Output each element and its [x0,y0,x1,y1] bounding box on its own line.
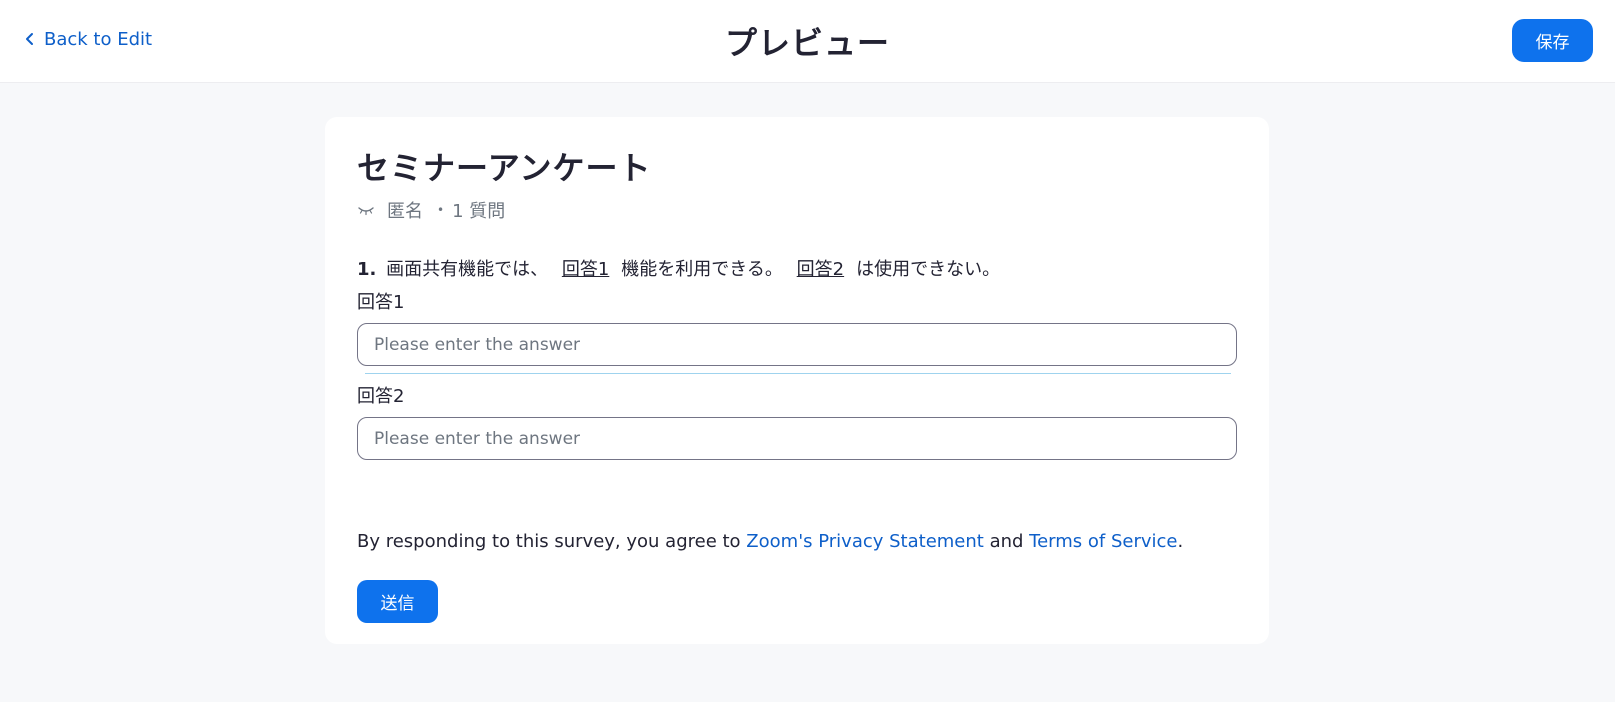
question-count: 1 質問 [452,201,506,222]
question-part-2: 機能を利用できる。 [621,259,783,280]
input-focus-line [365,373,1231,374]
blank-1: 回答1 [561,259,610,280]
submit-button[interactable]: 送信 [357,580,438,623]
answer-2-input[interactable] [357,417,1237,460]
question-part-1: 画面共有機能では、 [386,259,549,280]
blank-2: 回答2 [796,259,845,280]
page-title: プレビュー [724,24,890,62]
agreement-suffix: . [1177,531,1184,552]
terms-of-service-link[interactable]: Terms of Service [1029,531,1177,552]
question-text: 1. 画面共有機能では、 回答1 機能を利用できる。 回答2 は使用できない。 [357,255,1000,281]
agreement-text: By responding to this survey, you agree … [357,531,1183,552]
survey-card: セミナーアンケート 匿名 • 1 質問 1. 画面共有機能では、 回答1 機能を利… [325,117,1269,644]
question-part-3: は使用できない。 [856,259,1001,280]
eye-closed-icon [357,200,375,221]
answer-1-input[interactable] [357,323,1237,366]
meta-separator: • [437,203,445,217]
top-bar: Back to Edit プレビュー 保存 [0,0,1615,83]
privacy-statement-link[interactable]: Zoom's Privacy Statement [746,531,984,552]
anonymous-label: 匿名 [387,201,423,222]
save-button[interactable]: 保存 [1512,19,1593,62]
survey-title: セミナーアンケート [357,149,652,187]
answer-2-label: 回答2 [357,386,405,407]
question-number: 1. [357,259,377,280]
agreement-middle: and [983,531,1030,552]
survey-meta: 匿名 • 1 質問 [357,197,505,223]
agreement-prefix: By responding to this survey, you agree … [357,531,747,552]
answer-1-label: 回答1 [357,292,405,313]
